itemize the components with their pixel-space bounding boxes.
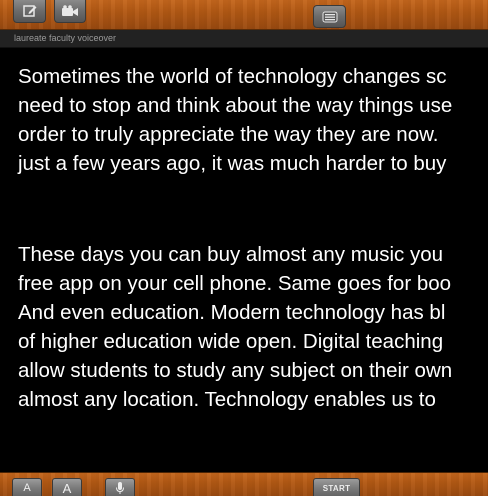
paragraph: Sometimes the world of technology change… bbox=[18, 62, 488, 178]
text-to-speech-button[interactable] bbox=[313, 5, 346, 28]
text-line: just a few years ago, it was much harder… bbox=[18, 152, 447, 175]
paragraph: These days you can buy almost any music … bbox=[18, 240, 488, 414]
bottom-toolbar: A A START bbox=[0, 472, 488, 496]
start-button[interactable]: START bbox=[313, 478, 360, 496]
microphone-icon bbox=[116, 482, 124, 494]
text-line: allow students to study any subject on t… bbox=[18, 359, 453, 382]
text-line: almost any location. Technology enables … bbox=[18, 388, 436, 411]
speaker-icon bbox=[322, 11, 337, 22]
edit-button[interactable] bbox=[13, 0, 46, 23]
decrease-font-button[interactable]: A bbox=[12, 478, 42, 496]
text-line: These days you can buy almost any music … bbox=[18, 243, 444, 266]
text-line: Sometimes the world of technology change… bbox=[18, 65, 447, 88]
text-line: need to stop and think about the way thi… bbox=[18, 94, 453, 117]
text-line: order to truly appreciate the way they a… bbox=[18, 123, 439, 146]
video-camera-icon bbox=[62, 5, 78, 16]
app-window: laureate faculty voiceover Sometimes the… bbox=[0, 0, 488, 496]
text-line: free app on your cell phone. Same goes f… bbox=[18, 272, 452, 295]
reading-pane[interactable]: Sometimes the world of technology change… bbox=[0, 48, 488, 472]
microphone-button[interactable] bbox=[105, 478, 135, 496]
video-button[interactable] bbox=[54, 0, 86, 23]
edit-icon bbox=[22, 5, 36, 17]
increase-font-button[interactable]: A bbox=[52, 478, 82, 496]
text-line: And even education. Modern technology ha… bbox=[18, 301, 446, 324]
text-line: of higher education wide open. Digital t… bbox=[18, 330, 444, 353]
document-title: laureate faculty voiceover bbox=[14, 33, 117, 43]
document-title-bar: laureate faculty voiceover bbox=[0, 30, 488, 48]
top-toolbar bbox=[0, 0, 488, 30]
